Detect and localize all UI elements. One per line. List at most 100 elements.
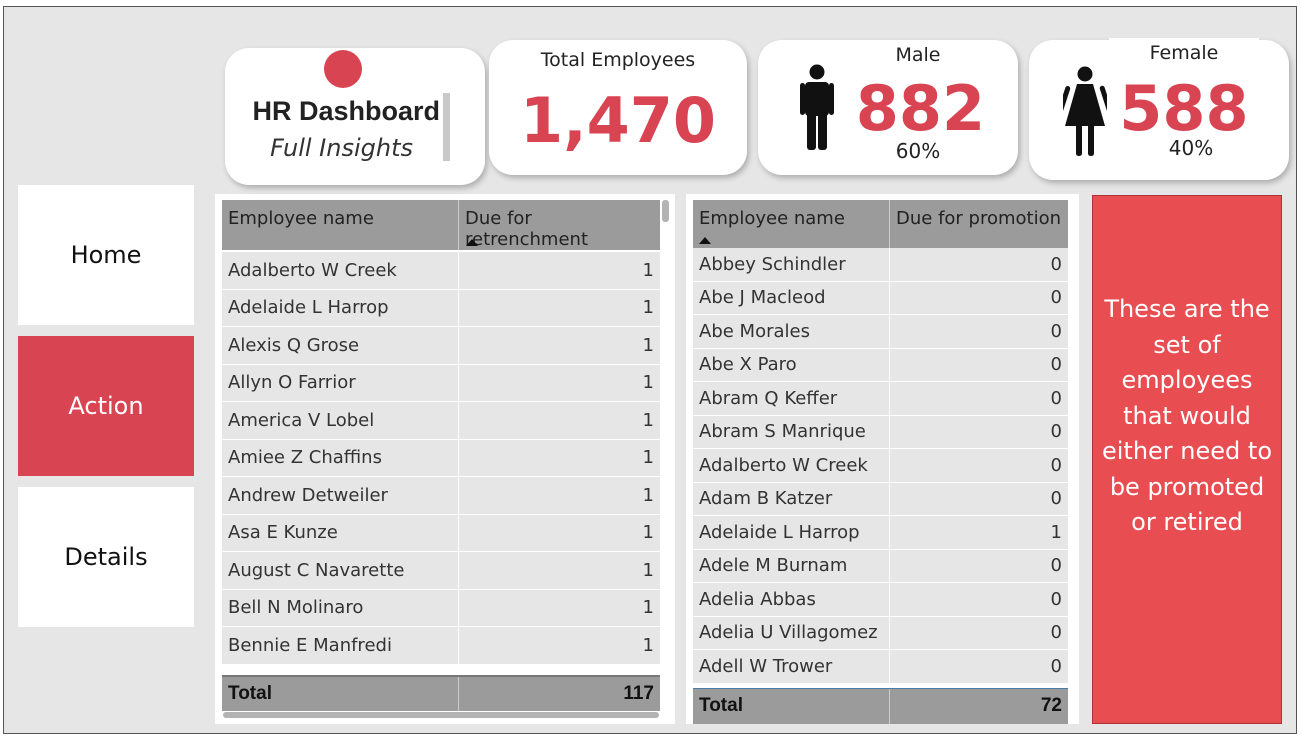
cell-value: 1 [458,289,660,326]
promotion-table-panel: Employee name Due for promotion Abbey Sc… [686,194,1079,724]
cell-value: 1 [458,589,660,626]
cell-employee-name: Bennie E Manfredi [228,634,392,656]
cell-employee-name: Adam B Katzer [699,488,833,510]
table-row[interactable]: Bell N Molinaro 1 [222,589,660,627]
cell-value: 0 [889,415,1068,448]
cell-employee-name: Asa E Kunze [228,522,338,544]
table-row[interactable]: Adell W Trower 0 [693,650,1068,684]
male-percent: 60% [895,139,941,163]
info-text-line: be promoted [1109,472,1265,501]
table-row[interactable]: Adele M Burnam 0 [693,549,1068,583]
cell-employee-name: Adelia U Villagomez [699,622,878,644]
retrenchment-table-panel: Employee name Due for retrenchment Adalb… [215,194,675,724]
cell-value: 0 [889,348,1068,381]
cell-value: 1 [458,514,660,551]
male-card: Male 882 60% [758,40,1018,175]
nav-action-button[interactable]: Action [18,336,194,476]
logo-dot-icon [324,50,362,88]
table-row[interactable]: Andrew Detweiler 1 [222,477,660,515]
cell-employee-name: Adalberto W Creek [228,259,397,281]
cell-employee-name: Alexis Q Grose [228,334,360,356]
male-value: 882 [855,72,986,145]
cell-employee-name: Amiee Z Chaffins [228,447,382,469]
cell-employee-name: Abbey Schindler [699,253,846,275]
table-row[interactable]: Amiee Z Chaffins 1 [222,439,660,477]
table-row[interactable]: Abe X Paro 0 [693,348,1068,382]
table-row[interactable]: Adelaide L Harrop 1 [693,516,1068,550]
cell-value: 0 [889,449,1068,482]
retrenchment-table-body: Adalberto W Creek 1 Adelaide L Harrop 1 Alex… [222,250,660,665]
cell-employee-name: Abe Morales [699,320,810,342]
info-text-line: either need to [1101,437,1272,465]
table-row[interactable]: Adalberto W Creek 0 [693,449,1068,483]
female-label: Female [1149,42,1219,64]
info-text-line: or retired [1131,508,1243,536]
table-row[interactable]: Adelia Abbas 0 [693,583,1068,617]
title-card: HR Dashboard Full Insights [225,48,485,185]
cell-value: 0 [889,650,1068,683]
dashboard-subtitle: Full Insights [270,134,413,162]
cell-employee-name: America V Lobel [228,409,375,431]
table-row[interactable]: Allyn O Farrior 1 [222,364,660,402]
column-header-due-for-promotion[interactable]: Due for promotion [889,200,1068,248]
table-row[interactable]: Abe Morales 0 [693,315,1068,349]
column-header-label: Due for retrenchment [465,208,589,250]
nav-details-button[interactable]: Details [18,487,194,627]
horizontal-scrollbar[interactable] [223,712,659,718]
total-employees-value: 1,470 [519,84,717,157]
total-label: Total [699,695,743,716]
table-row[interactable]: America V Lobel 1 [222,402,660,440]
cell-value: 1 [458,402,660,439]
promotion-table-header: Employee name Due for promotion [693,200,1068,248]
table-row[interactable]: Adelaide L Harrop 1 [222,289,660,327]
table-row[interactable]: Abbey Schindler 0 [693,248,1068,282]
table-row[interactable]: August C Navarette 1 [222,552,660,590]
cell-employee-name: Adele M Burnam [699,555,848,577]
column-header-employee-name[interactable]: Employee name [693,200,889,248]
info-text-line: employees [1121,366,1253,394]
total-value: 72 [889,688,1068,724]
cell-value: 0 [889,616,1068,649]
nav-home-button[interactable]: Home [18,185,194,325]
cell-value: 0 [889,583,1068,616]
table-row[interactable]: Asa E Kunze 1 [222,514,660,552]
cell-employee-name: Adelaide L Harrop [699,521,860,543]
cell-employee-name: Abram Q Keffer [699,387,838,409]
info-panel: These are the set of employees that would ei… [1092,195,1282,724]
cell-value: 0 [889,315,1068,348]
table-row[interactable]: Abe J Macleod 0 [693,281,1068,315]
total-label: Total [228,682,272,704]
vertical-scrollbar[interactable] [662,200,669,222]
cell-value: 1 [458,552,660,589]
column-header-label: Employee name [699,208,845,229]
table-row[interactable]: Bennie E Manfredi 1 [222,627,660,665]
cell-value: 0 [889,281,1068,314]
info-text-line: These are the [1104,295,1270,323]
column-header-employee-name[interactable]: Employee name [222,200,458,250]
cell-value: 1 [458,627,660,664]
promotion-table: Employee name Due for promotion Abbey Sc… [693,200,1068,724]
total-value: 117 [458,676,660,711]
cell-employee-name: Abram S Manrique [699,421,866,443]
retrenchment-table: Employee name Due for retrenchment Adalb… [222,200,660,711]
title-divider [443,93,450,161]
female-person-icon [1063,66,1107,156]
cell-value: 0 [889,382,1068,415]
female-percent: 40% [1168,136,1214,160]
table-row[interactable]: Adelia U Villagomez 0 [693,616,1068,650]
cell-value: 0 [889,482,1068,515]
table-row[interactable]: Alexis Q Grose 1 [222,327,660,365]
table-row[interactable]: Adalberto W Creek 1 [222,252,660,290]
table-row[interactable]: Abram Q Keffer 0 [693,382,1068,416]
table-row[interactable]: Abram S Manrique 0 [693,415,1068,449]
cell-employee-name: August C Navarette [228,559,405,581]
sort-ascending-icon [699,237,711,244]
promotion-table-body: Abbey Schindler 0 Abe J Macleod 0 Abe Morale… [693,248,1068,684]
table-row[interactable]: Adam B Katzer 0 [693,482,1068,516]
retrenchment-total-row: Total 117 [222,674,660,711]
dashboard-title: HR Dashboard [252,96,440,126]
info-text-line: that would [1123,401,1251,430]
column-header-due-for-retrenchment[interactable]: Due for retrenchment [458,200,660,250]
cell-employee-name: Adelia Abbas [699,588,816,610]
cell-employee-name: Abe X Paro [699,354,797,376]
